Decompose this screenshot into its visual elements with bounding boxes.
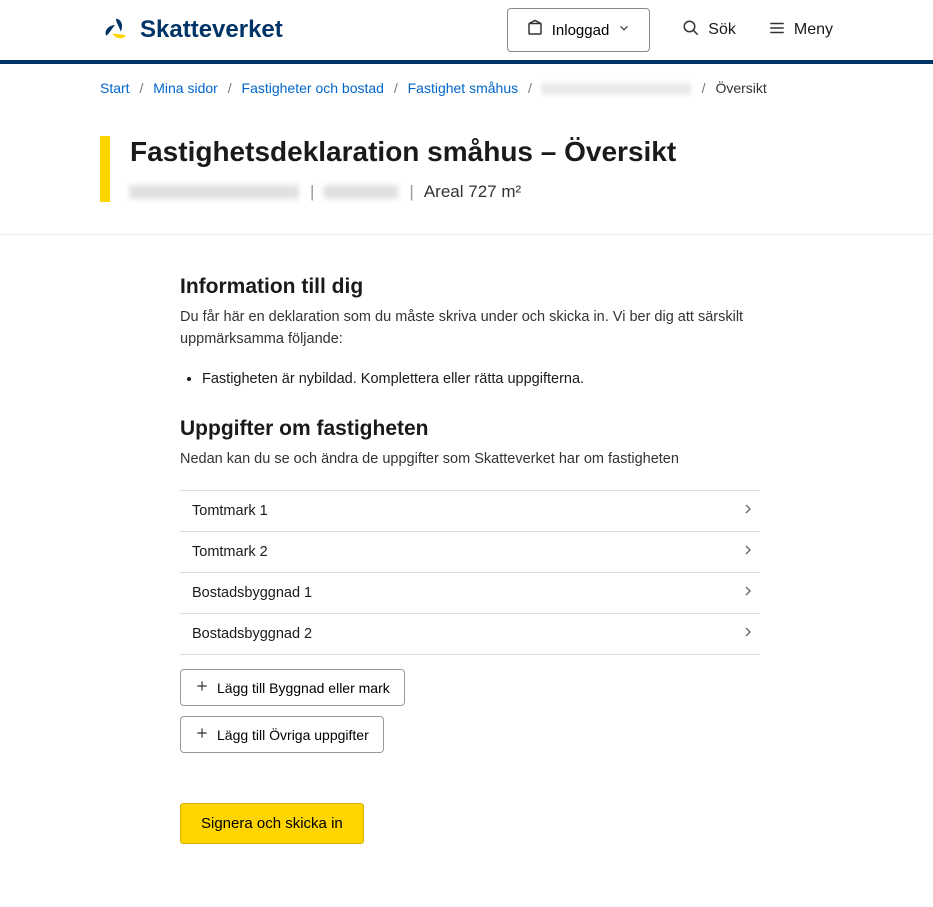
chevron-down-icon: [617, 21, 631, 39]
menu-button[interactable]: Meny: [768, 19, 833, 42]
plus-icon: [195, 726, 209, 743]
property-item-label: Tomtmark 2: [192, 544, 268, 560]
search-label: Sök: [708, 21, 736, 39]
properties-text: Nedan kan du se och ändra de uppgifter s…: [180, 449, 760, 471]
logged-in-dropdown[interactable]: Inloggad: [507, 8, 651, 52]
breadcrumb-separator: /: [702, 80, 706, 96]
separator-pipe: |: [310, 182, 314, 202]
search-button[interactable]: Sök: [682, 19, 736, 42]
property-item-bostadsbyggnad-1[interactable]: Bostadsbyggnad 1: [180, 573, 760, 614]
brand-logo[interactable]: Skatteverket: [100, 14, 283, 46]
breadcrumb-link-mina-sidor[interactable]: Mina sidor: [153, 80, 218, 96]
property-item-label: Tomtmark 1: [192, 503, 268, 519]
info-bullet-list: Fastigheten är nybildad. Komplettera ell…: [180, 371, 760, 387]
breadcrumb-separator: /: [139, 80, 143, 96]
menu-icon: [768, 19, 786, 42]
logged-in-label: Inloggad: [552, 22, 610, 39]
property-item-label: Bostadsbyggnad 2: [192, 626, 312, 642]
info-text: Du får här en deklaration som du måste s…: [180, 307, 760, 351]
breadcrumb-separator: /: [394, 80, 398, 96]
brand-logo-mark-icon: [100, 14, 132, 46]
sign-and-submit-button[interactable]: Signera och skicka in: [180, 803, 364, 844]
chevron-right-icon: [740, 583, 756, 603]
add-building-label: Lägg till Byggnad eller mark: [217, 680, 390, 696]
page-subtitle: | | Areal 727 m²: [130, 182, 833, 202]
redacted-property-id: [324, 185, 399, 199]
breadcrumb-current: Översikt: [715, 80, 766, 96]
breadcrumb-separator: /: [528, 80, 532, 96]
plus-icon: [195, 679, 209, 696]
info-heading: Information till dig: [180, 275, 760, 299]
areal-info: Areal 727 m²: [424, 182, 521, 202]
property-item-bostadsbyggnad-2[interactable]: Bostadsbyggnad 2: [180, 614, 760, 655]
menu-label: Meny: [794, 21, 833, 39]
redacted-property-name: [130, 185, 300, 199]
page-title: Fastighetsdeklaration småhus – Översikt: [130, 136, 833, 168]
info-bullet-item: Fastigheten är nybildad. Komplettera ell…: [202, 371, 760, 387]
breadcrumb-link-fastigheter[interactable]: Fastigheter och bostad: [242, 80, 384, 96]
property-item-tomtmark-2[interactable]: Tomtmark 2: [180, 532, 760, 573]
breadcrumb-redacted: [542, 83, 692, 95]
add-other-info-button[interactable]: Lägg till Övriga uppgifter: [180, 716, 384, 753]
property-list: Tomtmark 1 Tomtmark 2 Bostadsbyggnad 1 B…: [180, 490, 760, 655]
top-header: Skatteverket Inloggad Sök Meny: [0, 0, 933, 64]
chevron-right-icon: [740, 624, 756, 644]
breadcrumb-separator: /: [228, 80, 232, 96]
add-other-label: Lägg till Övriga uppgifter: [217, 727, 369, 743]
search-icon: [682, 19, 700, 42]
chevron-right-icon: [740, 542, 756, 562]
chevron-right-icon: [740, 501, 756, 521]
user-icon: [526, 19, 544, 41]
property-item-tomtmark-1[interactable]: Tomtmark 1: [180, 491, 760, 532]
add-building-button[interactable]: Lägg till Byggnad eller mark: [180, 669, 405, 706]
breadcrumb-link-smahus[interactable]: Fastighet småhus: [408, 80, 519, 96]
breadcrumb-link-start[interactable]: Start: [100, 80, 130, 96]
separator-pipe: |: [409, 182, 413, 202]
property-item-label: Bostadsbyggnad 1: [192, 585, 312, 601]
properties-heading: Uppgifter om fastigheten: [180, 417, 760, 441]
main-content: Information till dig Du får här en dekla…: [180, 235, 760, 904]
brand-name: Skatteverket: [140, 16, 283, 44]
page-header: Fastighetsdeklaration småhus – Översikt …: [0, 112, 933, 235]
breadcrumb: Start / Mina sidor / Fastigheter och bos…: [0, 64, 933, 112]
